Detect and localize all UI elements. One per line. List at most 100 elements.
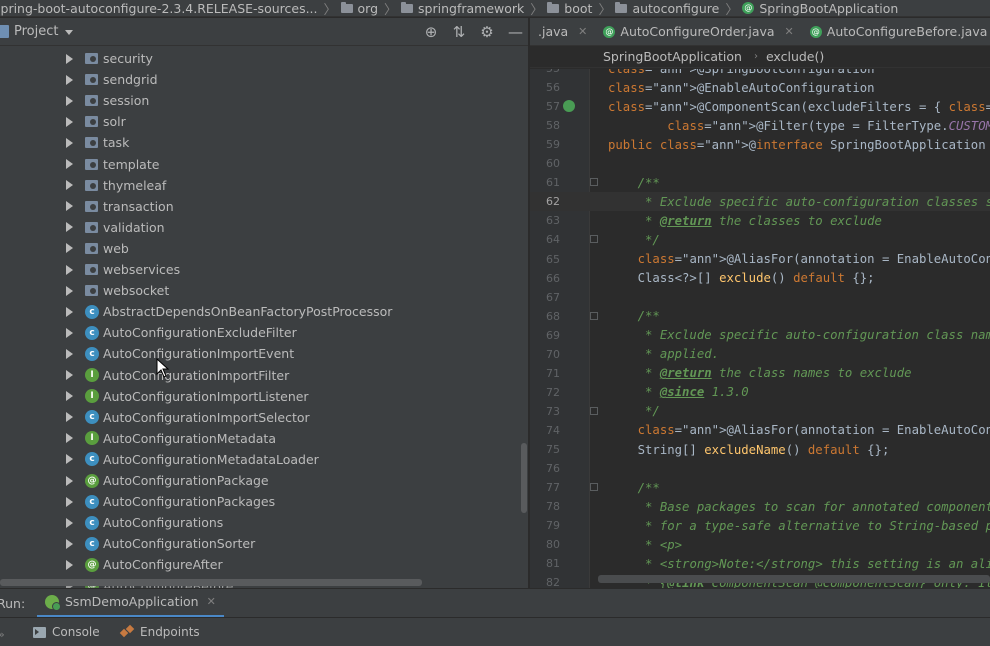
code-line[interactable]: 76 (530, 459, 990, 478)
tree-item[interactable]: c AutoConfigurationMetadataLoader (0, 449, 520, 470)
tree-item[interactable]: template (0, 154, 520, 175)
tree-horizontal-scrollbar[interactable] (0, 579, 422, 586)
expand-arrow-icon[interactable] (66, 454, 73, 465)
expand-arrow-icon[interactable] (66, 264, 73, 275)
editor-breadcrumb-method[interactable]: exclude() (766, 49, 824, 64)
tree-item[interactable]: @ AutoConfigureAfter (0, 554, 520, 575)
code-line[interactable]: 55 class="ann">@SpringBootConfiguration (530, 69, 990, 78)
expand-arrow-icon[interactable] (66, 538, 73, 549)
expand-arrow-icon[interactable] (66, 95, 73, 106)
tab-console[interactable]: Console (33, 618, 100, 646)
code-line[interactable]: 59 public class="ann">@interface SpringBo… (530, 135, 990, 154)
code-line[interactable]: 56 class="ann">@EnableAutoConfiguration (530, 78, 990, 97)
tree-item[interactable]: c AutoConfigurations (0, 512, 520, 533)
tree-item[interactable]: websocket (0, 280, 520, 301)
code-line[interactable]: 64 */ (530, 230, 990, 249)
code-line[interactable]: 66 Class<?>[] exclude() default {}; (530, 269, 990, 288)
code-line[interactable]: 62 * Exclude specific auto-configuration… (530, 192, 990, 212)
editor-horizontal-scrollbar[interactable] (598, 575, 990, 583)
breadcrumb-autoconfigure[interactable]: 〉 autoconfigure (592, 0, 719, 17)
expand-arrow-icon[interactable] (66, 559, 73, 570)
code-line[interactable]: 72 * @since 1.3.0 (530, 383, 990, 402)
tree-item[interactable]: c AutoConfigurationImportEvent (0, 343, 520, 364)
fold-icon[interactable] (590, 406, 598, 415)
tree-item[interactable]: c AutoConfigurationSorter (0, 533, 520, 554)
tree-item[interactable]: session (0, 90, 520, 111)
fold-icon[interactable] (590, 311, 598, 320)
tab-autoconfigurebefore[interactable]: @ AutoConfigureBefore.java (802, 18, 990, 45)
expand-arrow-icon[interactable] (66, 222, 73, 233)
tree-item[interactable]: c AutoConfigurationImportSelector (0, 407, 520, 428)
expand-arrow-icon[interactable] (66, 391, 73, 402)
collapse-icon[interactable]: ⇅ (452, 23, 466, 41)
chevron-down-icon[interactable] (65, 30, 74, 35)
expand-icon[interactable]: » (0, 628, 5, 641)
tree-item[interactable]: I AutoConfigurationImportListener (0, 386, 520, 407)
code-line[interactable]: 58 class="ann">@Filter(type = FilterType… (530, 116, 990, 135)
tree-item[interactable]: task (0, 132, 520, 153)
tree-item[interactable]: c AutoConfigurationPackages (0, 491, 520, 512)
expand-arrow-icon[interactable] (66, 370, 73, 380)
fold-icon[interactable] (590, 235, 598, 244)
breadcrumb-root[interactable]: spring-boot-autoconfigure-2.3.4.RELEASE-… (0, 1, 318, 16)
expand-arrow-icon[interactable] (66, 159, 73, 169)
code-line[interactable]: 78 * Base packages to scan for annotated… (530, 497, 990, 516)
tab-endpoints[interactable]: Endpoints (121, 618, 200, 646)
code-line[interactable]: 79 * for a type-safe alternative to Stri… (530, 516, 990, 535)
tree-item[interactable]: I AutoConfigurationMetadata (0, 428, 520, 449)
project-view-selector[interactable]: Project (14, 24, 58, 39)
code-line[interactable]: 68 /** (530, 307, 990, 326)
expand-arrow-icon[interactable] (66, 201, 73, 212)
code-line[interactable]: 63 * @return the classes to exclude (530, 211, 990, 230)
code-line[interactable]: 81 * <strong>Note:</strong> this setting… (530, 554, 990, 573)
code-line[interactable]: 69 * Exclude specific auto-configuration… (530, 326, 990, 345)
tree-item[interactable]: @ AutoConfigurationPackage (0, 470, 520, 491)
expand-arrow-icon[interactable] (66, 496, 73, 507)
close-icon[interactable]: ✕ (578, 25, 587, 38)
tree-item[interactable]: c AbstractDependsOnBeanFactoryPostProcess… (0, 301, 520, 322)
gear-icon[interactable]: ⚙ (480, 23, 494, 41)
tree-item[interactable]: transaction (0, 196, 520, 217)
minimize-icon[interactable]: — (508, 23, 523, 41)
code-line[interactable]: 65 class="ann">@AliasFor(annotation = En… (530, 250, 990, 269)
tree-item[interactable]: sendgrid (0, 69, 520, 90)
tab-autoconfigureorder[interactable]: @ AutoConfigureOrder.java ✕ (595, 18, 801, 45)
code-line[interactable]: 73 */ (530, 402, 990, 421)
tab-partial-java[interactable]: .java ✕ (530, 18, 595, 45)
expand-arrow-icon[interactable] (66, 412, 73, 423)
tree-item[interactable]: security (0, 48, 520, 69)
code-line[interactable]: 71 * @return the class names to exclude (530, 364, 990, 383)
expand-arrow-icon[interactable] (66, 306, 73, 317)
expand-arrow-icon[interactable] (66, 53, 73, 64)
fold-icon[interactable] (590, 483, 598, 492)
tree-vertical-scrollbar[interactable] (521, 443, 527, 513)
code-line[interactable]: 70 * applied. (530, 345, 990, 364)
tree-item[interactable]: web (0, 238, 520, 259)
tree-item[interactable]: c AutoConfigurationExcludeFilter (0, 322, 520, 343)
expand-arrow-icon[interactable] (66, 74, 73, 85)
code-line[interactable]: 61 /** (530, 173, 990, 192)
editor-breadcrumb-class[interactable]: SpringBootApplication (603, 49, 742, 64)
code-line[interactable]: 67 (530, 288, 990, 307)
spring-bean-gutter-icon[interactable] (563, 100, 575, 113)
tree-item[interactable]: validation (0, 217, 520, 238)
expand-arrow-icon[interactable] (66, 243, 73, 254)
code-line[interactable]: 74 class="ann">@AliasFor(annotation = En… (530, 421, 990, 440)
expand-arrow-icon[interactable] (66, 327, 73, 338)
tree-item[interactable]: webservices (0, 259, 520, 280)
close-icon[interactable]: ✕ (785, 25, 794, 38)
expand-arrow-icon[interactable] (66, 433, 73, 444)
expand-arrow-icon[interactable] (66, 475, 73, 486)
expand-arrow-icon[interactable] (66, 285, 73, 296)
breadcrumb-boot[interactable]: 〉 boot (524, 0, 592, 17)
expand-arrow-icon[interactable] (66, 517, 73, 528)
run-tab-ssmdemoapplication[interactable]: SsmDemoApplication ✕ (37, 589, 224, 618)
tree-item[interactable]: solr (0, 111, 520, 132)
tree-item[interactable]: thymeleaf (0, 175, 520, 196)
breadcrumb-springbootapplication[interactable]: 〉 @ SpringBootApplication (719, 0, 898, 17)
fold-icon[interactable] (590, 178, 598, 187)
locate-icon[interactable]: ⊕ (424, 23, 438, 41)
code-line[interactable]: 57 class="ann">@ComponentScan(excludeFilt… (530, 97, 990, 116)
code-line[interactable]: 80 * <p> (530, 535, 990, 554)
code-area[interactable]: 55 class="ann">@SpringBootConfiguration 56… (530, 69, 990, 588)
